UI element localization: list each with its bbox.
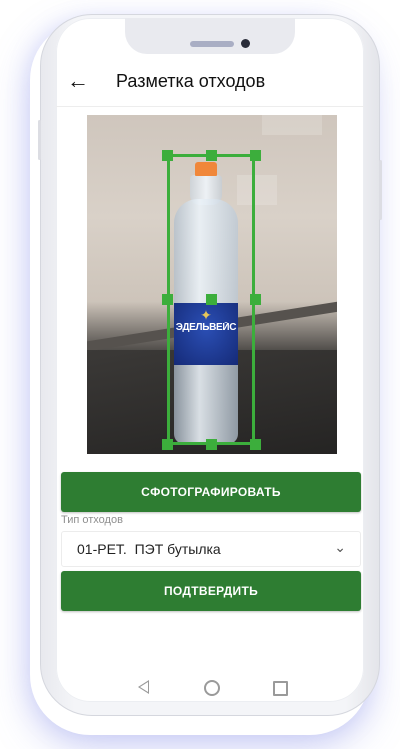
volume-button [38, 120, 41, 160]
bbox-handle-middle-left[interactable] [162, 294, 173, 305]
bbox-handle-bottom-center[interactable] [206, 439, 217, 450]
waste-type-label: Тип отходов [61, 514, 123, 526]
bbox-handle-top-center[interactable] [206, 150, 217, 161]
bbox-handle-top-left[interactable] [162, 150, 173, 161]
wall-tile [262, 115, 322, 135]
front-camera [241, 39, 250, 48]
bbox-handle-bottom-left[interactable] [162, 439, 173, 450]
page-title: Разметка отходов [116, 71, 266, 91]
nav-home-icon[interactable] [204, 680, 220, 696]
nav-back-icon-inner [140, 682, 148, 692]
bbox-handle-bottom-right[interactable] [250, 439, 261, 450]
system-nav-bar [56, 676, 364, 700]
waste-type-value: 01-PET. ПЭТ бутылка [77, 541, 221, 557]
speaker-grille [190, 41, 234, 47]
nav-recent-icon[interactable] [273, 681, 288, 696]
take-photo-button[interactable]: СФОТОГРАФИРОВАТЬ [61, 472, 361, 512]
bbox-handle-center[interactable] [206, 294, 217, 305]
notch [125, 18, 295, 54]
confirm-button[interactable]: ПОДТВЕРДИТЬ [61, 571, 361, 611]
app-bar: ← Разметка отходов [56, 60, 364, 107]
chevron-down-icon: ⌄ [334, 539, 346, 555]
bbox-handle-top-right[interactable] [250, 150, 261, 161]
waste-type-select[interactable]: 01-PET. ПЭТ бутылка ⌄ [61, 531, 361, 567]
arrow-left-icon[interactable]: ← [66, 69, 90, 93]
bbox-handle-middle-right[interactable] [250, 294, 261, 305]
captured-photo: ✦ ЭДЕЛЬВЕЙС [87, 115, 337, 454]
power-button [379, 160, 382, 220]
